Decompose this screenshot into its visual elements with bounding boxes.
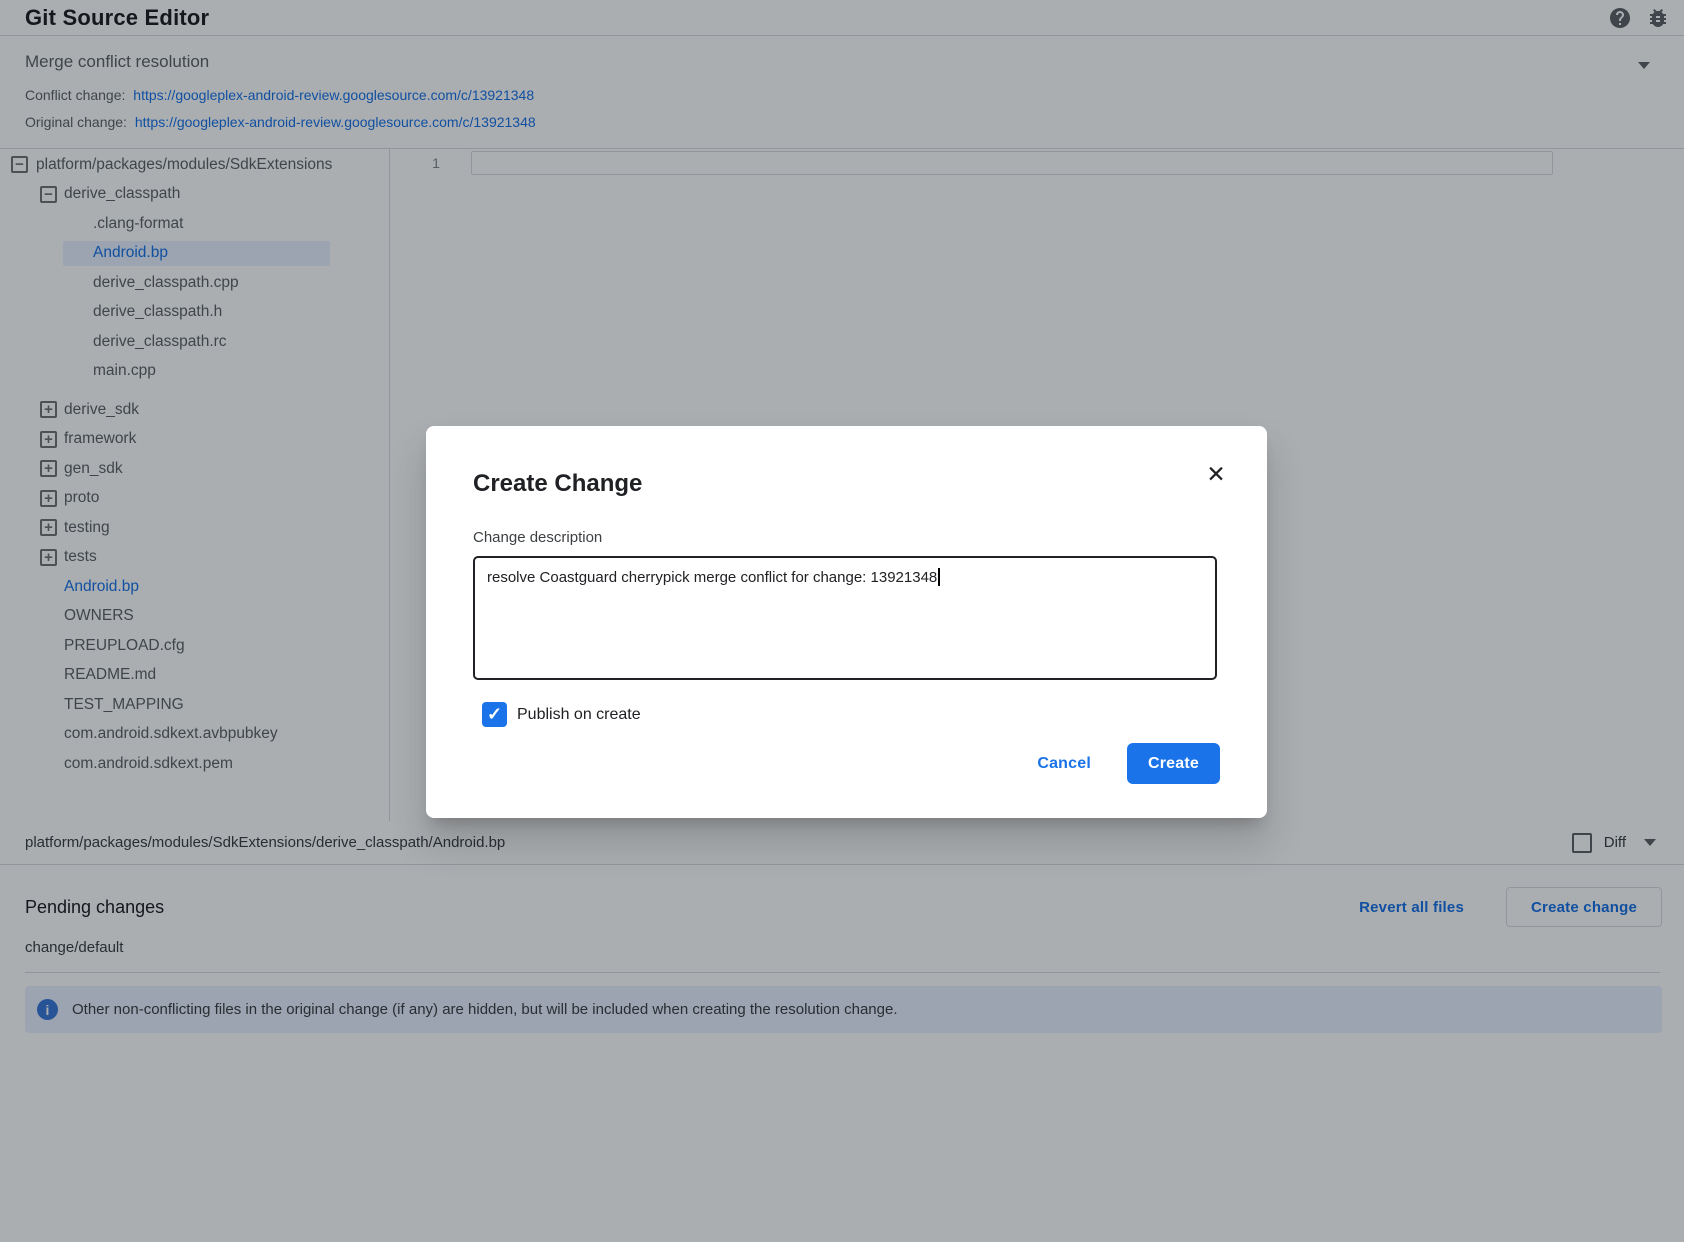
text-cursor (938, 568, 940, 586)
change-description-input[interactable]: resolve Coastguard cherrypick merge conf… (473, 556, 1217, 680)
publish-label: Publish on create (517, 706, 641, 724)
cancel-button[interactable]: Cancel (1037, 755, 1091, 773)
create-change-dialog: Create Change ✕ Change description resol… (426, 426, 1267, 818)
change-description-value: resolve Coastguard cherrypick merge conf… (487, 569, 937, 586)
close-icon[interactable]: ✕ (1201, 459, 1231, 489)
publish-checkbox[interactable]: ✓ (482, 702, 507, 727)
publish-on-create-row[interactable]: ✓ Publish on create (482, 702, 1220, 727)
create-button[interactable]: Create (1127, 743, 1220, 784)
dialog-title: Create Change (473, 470, 1220, 498)
change-description-label: Change description (473, 529, 1220, 546)
